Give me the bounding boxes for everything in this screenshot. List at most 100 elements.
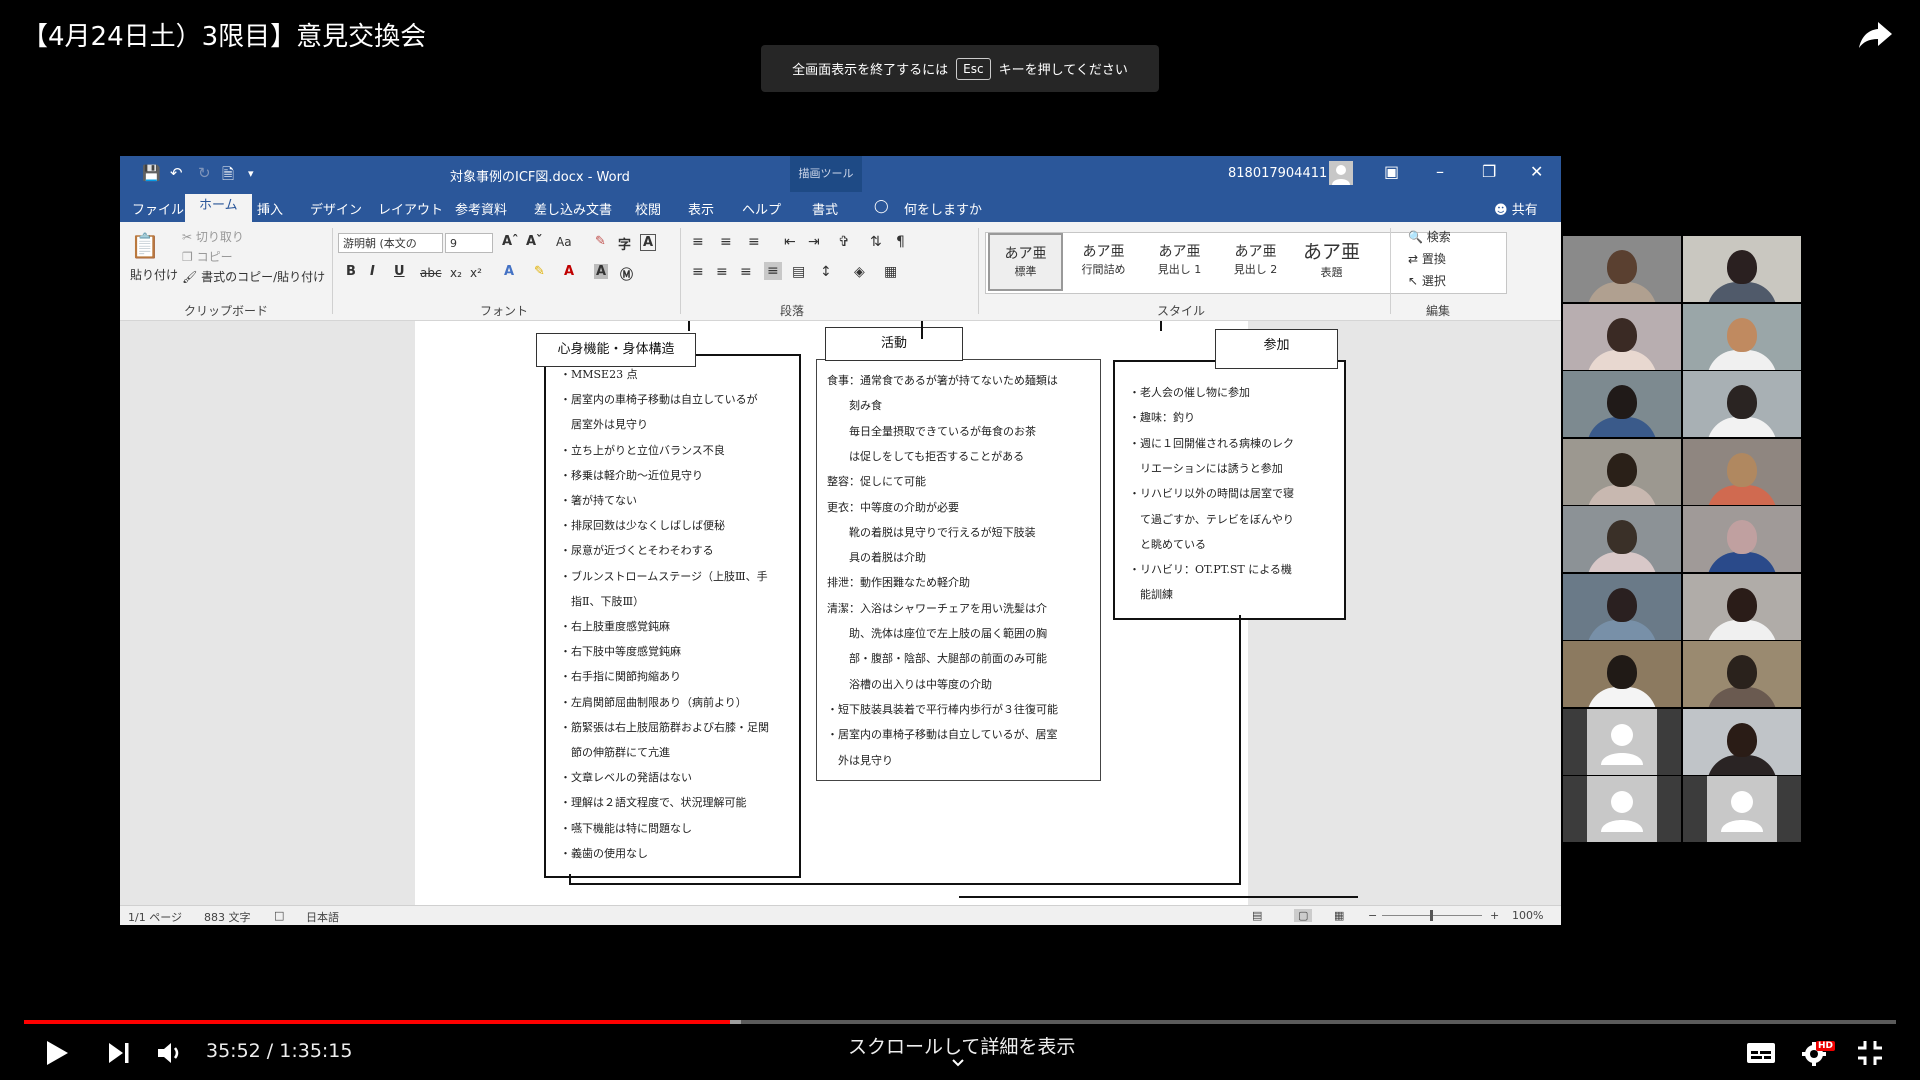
grow-font-icon[interactable]: Aˆ (502, 234, 519, 249)
tab-file[interactable]: ファイル (132, 199, 184, 218)
participant-tile[interactable] (1683, 573, 1801, 640)
tab-design[interactable]: デザイン (310, 199, 362, 218)
print-layout-icon[interactable]: ▢ (1294, 909, 1313, 922)
body-functions-box[interactable]: ・MMSE23 点・居室内の車椅子移動は自立しているが 居室外は見守り ・立ち上が… (544, 354, 801, 878)
align-right-icon[interactable]: ≡ (740, 264, 752, 280)
tab-references[interactable]: 参考資料 (455, 199, 507, 218)
page-count[interactable]: 1/1 ページ (128, 909, 182, 925)
tab-mailings[interactable]: 差し込み文書 (534, 199, 612, 218)
participant-tile[interactable] (1563, 303, 1681, 370)
zoom-level[interactable]: 100% (1512, 909, 1543, 922)
highlight-icon[interactable]: ✎ (534, 264, 545, 279)
close-icon[interactable]: ✕ (1530, 162, 1543, 181)
change-case-button[interactable]: Aa (556, 235, 572, 249)
account-name[interactable]: 818017904411 (1228, 166, 1327, 181)
participant-tile[interactable] (1683, 371, 1801, 437)
phonetic-guide-icon[interactable]: 字 (618, 234, 631, 253)
zoom-thumb[interactable] (1430, 910, 1433, 921)
participant-tile[interactable] (1683, 506, 1801, 572)
strikethrough-button[interactable]: abc (420, 266, 442, 280)
body-functions-header[interactable]: 心身機能・身体構造 (536, 333, 696, 367)
subscript-button[interactable]: x₂ (450, 266, 462, 280)
font-size-combo[interactable]: 9 (445, 233, 493, 253)
tab-layout[interactable]: レイアウト (378, 199, 443, 218)
participant-tile[interactable] (1563, 506, 1681, 572)
font-name-combo[interactable]: 游明朝 (本文の (338, 233, 443, 253)
align-left-icon[interactable]: ≡ (692, 264, 704, 280)
ribbon-display-icon[interactable]: ▣ (1384, 162, 1399, 181)
tab-view[interactable]: 表示 (688, 199, 714, 218)
minimize-icon[interactable]: – (1436, 162, 1444, 181)
italic-button[interactable]: I (370, 264, 375, 279)
qat-customize-icon[interactable]: ▾ (248, 167, 254, 180)
participant-tile[interactable] (1563, 573, 1681, 640)
sort-icon[interactable]: ⇅ (870, 234, 882, 250)
participant-tile[interactable] (1563, 641, 1681, 707)
copy-button[interactable]: ❐ コピー (182, 248, 233, 265)
web-layout-icon[interactable]: ▦ (1334, 909, 1344, 922)
zoom-in-icon[interactable]: + (1490, 909, 1499, 922)
replace-button[interactable]: ⇄ 置換 (1408, 250, 1446, 267)
superscript-button[interactable]: x² (470, 266, 482, 280)
bullets-icon[interactable]: ≡ (692, 234, 704, 250)
align-center-icon[interactable]: ≡ (716, 264, 728, 280)
participation-header[interactable]: 参加 (1215, 329, 1338, 369)
participant-tile[interactable] (1563, 776, 1681, 842)
participant-tile[interactable] (1683, 708, 1801, 775)
zoom-out-icon[interactable]: − (1368, 909, 1377, 922)
participation-box[interactable]: ・老人会の催し物に参加 ・趣味：釣り ・週に１回開催される病棟のレク リエーションに… (1113, 360, 1346, 620)
tab-review[interactable]: 校閲 (635, 199, 661, 218)
proofing-icon[interactable]: □ (274, 909, 284, 922)
restore-icon[interactable]: ❐ (1482, 162, 1496, 181)
tab-insert[interactable]: 挿入 (257, 199, 283, 218)
next-button[interactable] (106, 1037, 132, 1069)
justify-icon[interactable]: ≡ (764, 262, 782, 280)
exit-fullscreen-button[interactable] (1856, 1037, 1884, 1069)
participant-tile[interactable] (1683, 641, 1801, 707)
show-marks-icon[interactable]: ¶ (896, 234, 905, 250)
multilevel-list-icon[interactable]: ≡ (748, 234, 760, 250)
borders-icon[interactable]: ▦ (884, 264, 897, 280)
find-button[interactable]: 🔍 検索 (1408, 228, 1451, 245)
language[interactable]: 日本語 (306, 909, 339, 925)
increase-indent-icon[interactable]: ⇥ (808, 234, 820, 250)
share-button-word[interactable]: ☻ 共有 (1494, 199, 1538, 218)
numbering-icon[interactable]: ≡ (720, 234, 732, 250)
distributed-icon[interactable]: ▤ (792, 264, 805, 280)
activity-box[interactable]: 食事：通常食であるが箸が持てないため麺類は 刻み食 毎日全量摂取できているが毎食… (816, 359, 1101, 781)
document-page[interactable]: ・MMSE23 点・居室内の車椅子移動は自立しているが 居室外は見守り ・立ち上が… (415, 321, 1358, 905)
style-normal[interactable]: あア亜 標準 (988, 233, 1063, 291)
select-button[interactable]: ↖ 選択 (1408, 272, 1446, 289)
paste-button[interactable]: 貼り付け (130, 266, 178, 283)
participant-tile[interactable] (1683, 438, 1801, 505)
participant-tile[interactable] (1563, 438, 1681, 505)
settings-button[interactable]: HD (1800, 1037, 1836, 1069)
style-heading-2[interactable]: あア亜 見出し 2 (1218, 233, 1293, 291)
tab-home[interactable]: ホーム (185, 194, 252, 222)
paste-icon[interactable]: 📋 (130, 232, 160, 260)
char-shading-icon[interactable]: A (594, 264, 609, 279)
line-spacing-icon[interactable]: ↕ (820, 264, 832, 280)
chevron-down-icon[interactable] (950, 1055, 966, 1069)
participant-tile[interactable] (1563, 371, 1681, 437)
format-painter-button[interactable]: 🖌 書式のコピー/貼り付け (182, 268, 325, 285)
tab-help[interactable]: ヘルプ (742, 199, 781, 218)
read-mode-icon[interactable]: ▤ (1252, 909, 1262, 922)
account-avatar[interactable] (1329, 161, 1353, 185)
underline-button[interactable]: U (394, 264, 405, 279)
new-doc-icon[interactable]: 🗎 (222, 164, 234, 189)
shrink-font-icon[interactable]: Aˇ (526, 234, 543, 249)
clear-format-icon[interactable]: ✎ (595, 234, 606, 249)
style-title[interactable]: あア亜 表題 (1294, 233, 1369, 291)
redo-icon[interactable]: ↻ (198, 164, 211, 182)
participant-tile[interactable] (1563, 236, 1681, 302)
participant-tile[interactable] (1683, 236, 1801, 302)
participant-tile[interactable] (1563, 708, 1681, 775)
share-button[interactable] (1858, 18, 1898, 54)
tab-format[interactable]: 書式 (812, 199, 838, 218)
enclose-char-icon[interactable]: Ⓜ (620, 264, 633, 283)
char-border-icon[interactable]: A (640, 234, 657, 251)
activity-header[interactable]: 活動 (825, 327, 963, 361)
subtitles-button[interactable] (1746, 1037, 1776, 1069)
text-effects-icon[interactable]: A (504, 264, 514, 279)
